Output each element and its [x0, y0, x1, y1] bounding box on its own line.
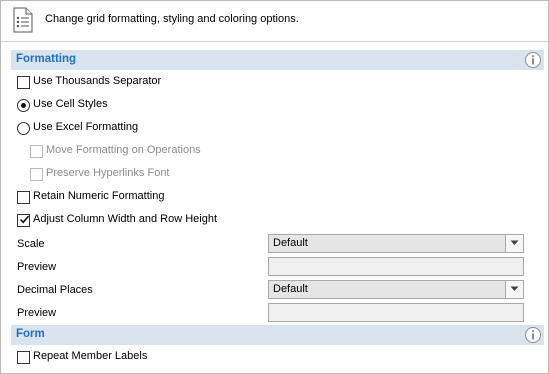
- decimal-places-value: Default: [273, 283, 308, 295]
- document-list-icon: [11, 6, 35, 34]
- move-formatting-checkbox: [30, 145, 43, 158]
- info-icon[interactable]: [524, 51, 542, 69]
- panel-description: Change grid formatting, styling and colo…: [45, 13, 299, 25]
- retain-numeric-checkbox[interactable]: [17, 191, 30, 204]
- options-panel: Change grid formatting, styling and colo…: [0, 0, 549, 374]
- preserve-hyperlinks-label: Preserve Hyperlinks Font: [46, 167, 170, 179]
- decimal-places-dropdown[interactable]: Default: [268, 280, 524, 299]
- cell-styles-radio[interactable]: [17, 99, 30, 112]
- form-section-title: Form: [16, 328, 45, 340]
- repeat-member-labels-checkbox[interactable]: [17, 351, 30, 364]
- scale-preview-label: Preview: [17, 261, 57, 273]
- chevron-down-icon: [510, 240, 519, 245]
- thousands-separator-checkbox[interactable]: [17, 76, 30, 89]
- decimal-places-label: Decimal Places: [17, 284, 93, 296]
- info-icon[interactable]: [524, 326, 542, 344]
- adjust-column-checkbox[interactable]: [17, 214, 30, 227]
- excel-formatting-label: Use Excel Formatting: [33, 121, 139, 133]
- excel-formatting-radio[interactable]: [17, 122, 30, 135]
- scale-preview-field: [268, 257, 524, 276]
- chevron-down-icon: [510, 286, 519, 291]
- cell-styles-label: Use Cell Styles: [33, 98, 108, 110]
- move-formatting-label: Move Formatting on Operations: [46, 144, 201, 156]
- preserve-hyperlinks-checkbox: [30, 168, 43, 181]
- decimal-preview-field: [268, 303, 524, 322]
- formatting-section-title: Formatting: [16, 53, 77, 65]
- repeat-member-labels-label: Repeat Member Labels: [33, 350, 148, 362]
- scale-dropdown-arrow[interactable]: [505, 235, 523, 252]
- panel-header: Change grid formatting, styling and colo…: [1, 1, 548, 42]
- thousands-separator-label: Use Thousands Separator: [33, 75, 162, 87]
- decimal-places-dropdown-arrow[interactable]: [505, 281, 523, 298]
- scale-value: Default: [273, 237, 308, 249]
- scale-label: Scale: [17, 238, 45, 250]
- checkmark-icon: [19, 215, 30, 224]
- retain-numeric-label: Retain Numeric Formatting: [33, 190, 165, 202]
- form-section-header[interactable]: Form: [11, 325, 544, 345]
- adjust-column-label: Adjust Column Width and Row Height: [33, 213, 218, 225]
- decimal-preview-label: Preview: [17, 307, 57, 319]
- scale-dropdown[interactable]: Default: [268, 234, 524, 253]
- formatting-section-header[interactable]: Formatting: [11, 50, 544, 70]
